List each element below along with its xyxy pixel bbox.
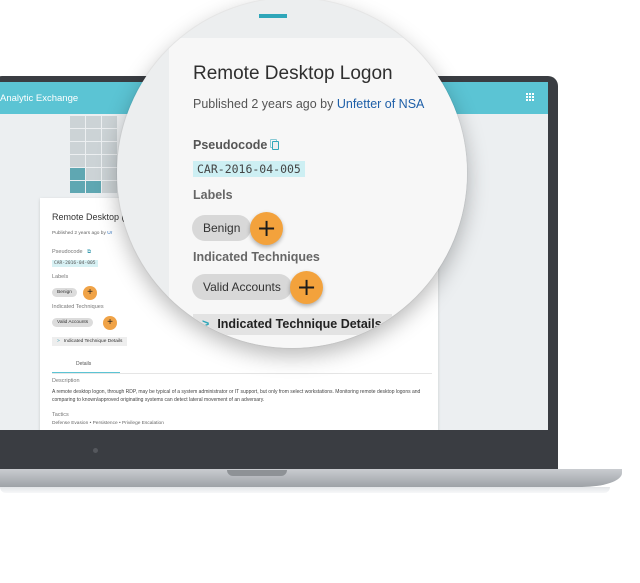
technique-heatmap <box>70 116 117 193</box>
add-technique-plus-icon[interactable]: + <box>290 271 323 304</box>
technique-chip-valid-accounts[interactable]: Valid Accounts <box>192 274 292 300</box>
label-chip-benign-small[interactable]: Benign <box>52 288 77 297</box>
techniques-heading-small: Indicated Techniques <box>52 304 104 310</box>
author-link-small[interactable]: Ur <box>107 231 112 236</box>
description-text: A remote desktop logon, through RDP, may… <box>52 389 421 403</box>
techniques-heading: Indicated Techniques <box>193 250 320 264</box>
laptop-bezel-bottom <box>0 430 558 470</box>
labels-heading-small: Labels <box>52 274 69 280</box>
technique-details-button-small[interactable]: > Indicated Technique Details <box>52 337 128 346</box>
add-label-plus-icon[interactable]: + <box>250 212 283 245</box>
tactics-list: Defense Evasion • Persistence • Privileg… <box>52 421 164 426</box>
add-technique-icon-small[interactable]: + <box>103 316 117 330</box>
pseudocode-label: Pseudocode <box>193 138 268 152</box>
app-title: Analytic Exchange <box>0 93 79 104</box>
published-line: Published 2 years ago by Unfetter of NSA <box>193 97 425 111</box>
technique-details-button[interactable]: > Indicated Technique Details <box>193 314 392 335</box>
laptop-base-edge <box>0 487 610 493</box>
analytic-title-small: Remote Desktop ( <box>52 212 125 222</box>
tab-details[interactable]: Details <box>76 361 91 367</box>
pseudocode-value: CAR-2016-04-005 <box>193 161 305 177</box>
published-line-small: Published 2 years ago by Ur <box>52 231 113 236</box>
description-heading: Description <box>52 378 80 384</box>
technique-chip-valid-accounts-small[interactable]: Valid Accounts <box>52 318 94 327</box>
pseudocode-label-small: Pseudocode ⧉ <box>52 249 92 255</box>
laptop-mockup: Analytic Exchange Remote Desktop ( Publi… <box>0 0 640 583</box>
labels-heading: Labels <box>193 188 233 202</box>
copy-icon[interactable]: ⧉ <box>87 249 91 255</box>
magnified-heatmap-cell <box>259 14 287 18</box>
chevron-right-icon: > <box>57 339 60 344</box>
tab-divider <box>52 373 432 374</box>
laptop-opening-notch <box>227 470 287 476</box>
magnifier-lens: Remote Desktop Logon Published 2 years a… <box>117 0 467 348</box>
add-label-icon-small[interactable]: + <box>83 286 97 300</box>
apps-grid-icon[interactable] <box>526 93 534 101</box>
label-chip-benign[interactable]: Benign <box>192 215 252 241</box>
copy-icon[interactable] <box>270 139 279 150</box>
author-link[interactable]: Unfetter of NSA <box>337 97 425 111</box>
pseudocode-value-small: CAR-2016-04-005 <box>52 260 98 267</box>
laptop-base <box>0 469 622 487</box>
chevron-right-icon: > <box>202 317 210 331</box>
webcam-dot <box>93 448 98 453</box>
analytic-title: Remote Desktop Logon <box>193 63 393 84</box>
tactics-heading: Tactics <box>52 412 69 418</box>
